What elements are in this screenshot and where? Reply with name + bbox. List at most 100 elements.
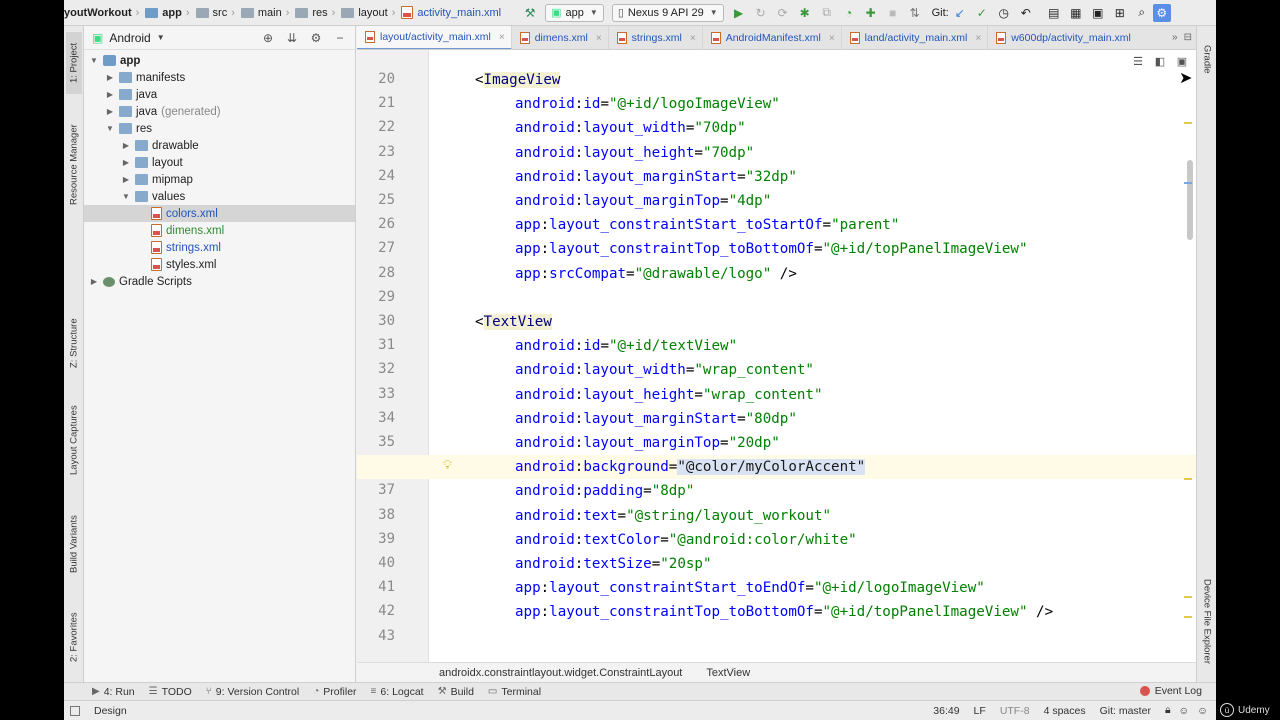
tree-item[interactable]: ▶ drawable [84, 137, 355, 154]
history-icon[interactable]: ◷ [993, 6, 1015, 20]
apply-code-icon[interactable]: ⟳ [772, 6, 794, 20]
code-line[interactable]: app:layout_constraintTop_toBottomOf="@+i… [515, 602, 1053, 622]
code-line[interactable]: android:text="@string/layout_workout" [515, 506, 831, 526]
collapsed-arrow-icon[interactable]: ▶ [104, 90, 116, 99]
tree-item[interactable]: strings.xml [84, 239, 355, 256]
breadcrumb-textview[interactable]: TextView [706, 667, 750, 679]
git-branch[interactable]: Git: master [1100, 705, 1151, 717]
project-structure-icon[interactable]: ▣ [1087, 6, 1109, 20]
tree-item[interactable]: ▶ mipmap [84, 171, 355, 188]
collapsed-arrow-icon[interactable]: ▶ [120, 141, 132, 150]
code-line[interactable]: android:layout_marginTop="4dp" [515, 191, 771, 211]
collapsed-arrow-icon[interactable]: ▶ [120, 158, 132, 167]
close-icon[interactable]: × [690, 33, 696, 44]
tree-item[interactable]: ▶ manifests [84, 69, 355, 86]
breadcrumb-main[interactable]: main › [240, 7, 294, 19]
tab-profiler[interactable]: ◔ Profiler [313, 686, 356, 698]
breadcrumb-project[interactable]: youtWorkout › [64, 7, 143, 19]
debug-icon[interactable]: ✱ [794, 6, 816, 20]
git-commit-icon[interactable]: ✓ [971, 6, 993, 20]
tab-favorites[interactable]: 2: Favorites [66, 602, 82, 672]
project-view-select[interactable]: Android [109, 31, 150, 45]
warning-marker[interactable] [1184, 478, 1192, 480]
code-line[interactable]: app:layout_constraintStart_toStartOf="pa… [515, 215, 899, 235]
tab-overflow-icon[interactable]: » [1172, 32, 1178, 43]
split-icon[interactable]: ⊟ [1184, 32, 1192, 43]
hammer-icon[interactable]: ⚒ [519, 6, 541, 20]
gear-icon[interactable]: ⚙ [307, 29, 325, 47]
event-log-button[interactable]: Event Log [1139, 682, 1202, 700]
close-icon[interactable]: × [829, 33, 835, 44]
file-encoding[interactable]: UTF-8 [1000, 705, 1030, 717]
code-line[interactable]: android:layout_width="wrap_content" [515, 360, 814, 380]
code-line[interactable]: <TextView [475, 312, 552, 332]
split-view-icon[interactable]: ◧ [1152, 54, 1168, 70]
tab-build[interactable]: ⚒ Build [438, 686, 474, 698]
code-line[interactable]: android:textSize="20sp" [515, 554, 711, 574]
run-icon[interactable]: ▶ [728, 6, 750, 20]
close-icon[interactable]: × [499, 32, 505, 43]
editor-tab[interactable]: dimens.xml × [512, 26, 609, 49]
code-line[interactable]: android:layout_marginStart="80dp" [515, 409, 797, 429]
expanded-arrow-icon[interactable]: ▼ [120, 192, 132, 201]
collapsed-arrow-icon[interactable]: ▶ [104, 107, 116, 116]
sdk-manager-icon[interactable]: ▦ [1065, 6, 1087, 20]
tree-item[interactable]: ▶ java (generated) [84, 103, 355, 120]
line-separator[interactable]: LF [974, 705, 986, 717]
breadcrumb-app[interactable]: app › [145, 7, 193, 19]
tree-item[interactable]: ▶ java [84, 86, 355, 103]
tab-todo[interactable]: ☰ TODO [149, 686, 192, 698]
panel-toggle-icon[interactable] [70, 705, 80, 716]
breadcrumb-src[interactable]: src › [195, 7, 239, 19]
tab-project[interactable]: 1: Project [66, 32, 82, 94]
gradle-sync-icon[interactable]: ⇅ [904, 6, 926, 20]
close-icon[interactable]: × [975, 33, 981, 44]
code-line[interactable]: android:id="@+id/textView" [515, 336, 737, 356]
code-line[interactable]: android:textColor="@android:color/white" [515, 530, 857, 550]
code-line[interactable]: android:background="@color/myColorAccent… [515, 457, 866, 477]
intention-bulb-icon[interactable]: 💡︎ [443, 457, 452, 473]
device-select[interactable]: ▯ Nexus 9 API 29 ▼ [611, 3, 724, 22]
lock-icon[interactable]: 🔒︎ [1165, 704, 1171, 717]
code-line[interactable]: android:layout_height="70dp" [515, 143, 754, 163]
design-label[interactable]: Design [94, 705, 127, 717]
collapsed-arrow-icon[interactable]: ▶ [104, 73, 116, 82]
tab-terminal[interactable]: ▭ Terminal [488, 686, 541, 698]
warning-marker[interactable] [1184, 122, 1192, 124]
scrollbar[interactable] [1187, 160, 1193, 240]
profile-icon[interactable]: ◔ [838, 6, 860, 20]
tab-build-variants[interactable]: Build Variants [66, 504, 82, 584]
settings-icon[interactable]: ⚙ [1152, 3, 1171, 22]
collapsed-arrow-icon[interactable]: ▶ [88, 277, 100, 286]
indent-setting[interactable]: 4 spaces [1044, 705, 1086, 717]
tree-item[interactable]: styles.xml [84, 256, 355, 273]
apply-changes-icon[interactable]: ↻ [750, 6, 772, 20]
expanded-arrow-icon[interactable]: ▼ [104, 124, 116, 133]
code-view-icon[interactable]: ☰ [1130, 54, 1146, 70]
tab-layout-captures[interactable]: Layout Captures [66, 394, 82, 486]
editor-tab[interactable]: layout/activity_main.xml × [357, 26, 512, 49]
chevron-down-icon[interactable]: ▼ [157, 33, 165, 42]
editor-tab[interactable]: land/activity_main.xml × [842, 26, 989, 49]
tree-item[interactable]: ▼ values [84, 188, 355, 205]
tab-version-control[interactable]: ⑂ 9: Version Control [206, 686, 299, 698]
tab-gradle[interactable]: Gradle [1199, 34, 1215, 84]
code-line[interactable]: android:id="@+id/logoImageView" [515, 94, 780, 114]
breadcrumb-file[interactable]: activity_main.xml [401, 6, 501, 19]
breadcrumb-constraintlayout[interactable]: androidx.constraintlayout.widget.Constra… [439, 667, 682, 679]
code-line[interactable]: android:layout_height="wrap_content" [515, 385, 823, 405]
tree-item[interactable]: dimens.xml [84, 222, 355, 239]
warning-marker[interactable] [1184, 596, 1192, 598]
git-update-icon[interactable]: ↙ [949, 6, 971, 20]
stop-icon[interactable]: ■ [882, 6, 904, 20]
collapse-all-icon[interactable]: ⇊ [283, 29, 301, 47]
code-line[interactable]: android:layout_marginStart="32dp" [515, 167, 797, 187]
warning-marker[interactable] [1184, 616, 1192, 618]
code-line[interactable]: <ImageView [475, 70, 561, 90]
hector-icon[interactable]: ☺ [1179, 705, 1190, 717]
breadcrumb-res[interactable]: res › [295, 7, 339, 19]
code-line[interactable]: app:layout_constraintStart_toEndOf="@+id… [515, 578, 985, 598]
code-editor[interactable]: 2021222324252627282930313233343536373839… [357, 50, 1196, 662]
search-icon[interactable]: ⌕ [1131, 5, 1153, 20]
code-line[interactable]: android:padding="8dp" [515, 481, 694, 501]
